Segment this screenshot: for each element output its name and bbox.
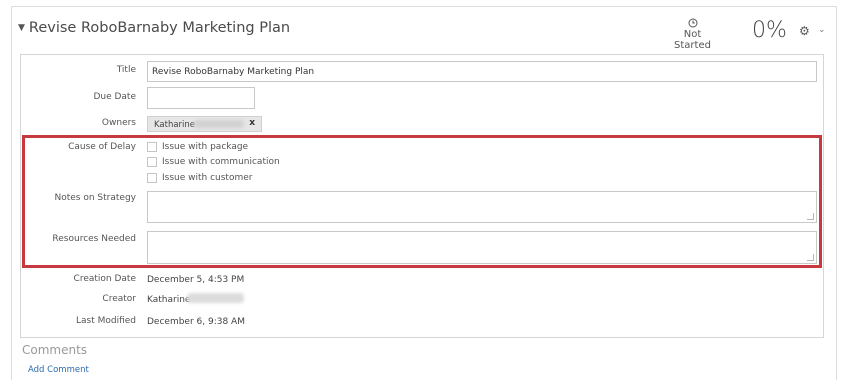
status-indicator: Not Started [665,18,720,51]
owner-chip: Katharine x [147,116,262,132]
creation-date-label: Creation Date [73,274,136,284]
owner-chip-name: Katharine [154,120,196,130]
task-title-toggle[interactable]: ▼ Revise RoboBarnaby Marketing Plan [18,20,290,36]
last-modified-value: December 6, 9:38 AM [147,317,245,327]
redacted-surname [194,120,244,128]
title-label: Title [116,65,136,75]
creator-value: Katharine [147,295,191,305]
caret-down-icon[interactable]: ▼ [18,23,25,33]
creator-label: Creator [102,294,136,304]
task-title: Revise RoboBarnaby Marketing Plan [28,20,291,36]
remove-owner-button[interactable]: x [249,118,255,128]
status-text: Not Started [674,29,711,51]
clock-icon [688,18,697,28]
chevron-down-icon[interactable]: ⌄ [818,25,826,35]
last-modified-label: Last Modified [75,316,136,326]
creation-date-value: December 5, 4:53 PM [147,275,245,285]
title-input-value: Revise RoboBarnaby Marketing Plan [152,67,315,77]
due-date-label: Due Date [93,92,136,102]
progress-percent: 0% [752,18,787,43]
redacted-surname [187,293,244,303]
comments-heading: Comments [22,343,88,357]
gear-icon[interactable]: ⚙ [799,24,810,38]
owners-label: Owners [101,118,136,128]
add-comment-link[interactable]: Add Comment [28,365,89,375]
due-date-input[interactable] [147,87,255,109]
highlight-box [22,135,822,268]
title-input[interactable]: Revise RoboBarnaby Marketing Plan [147,61,817,82]
